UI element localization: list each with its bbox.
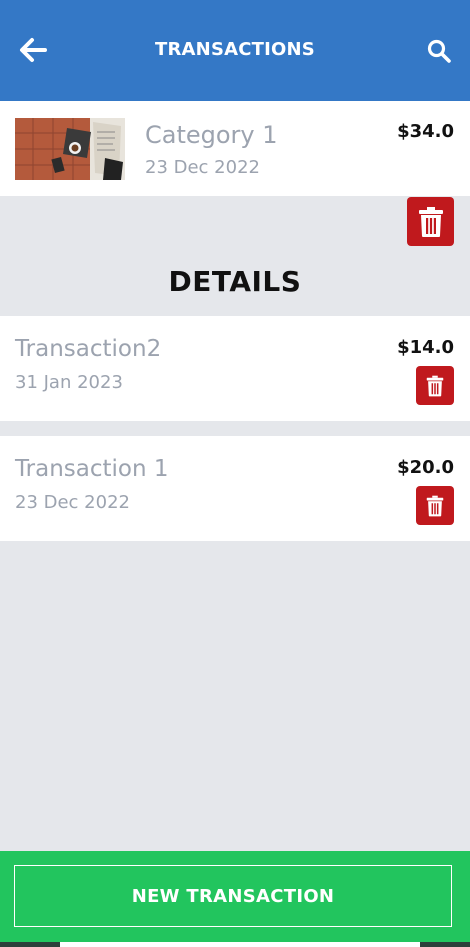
transaction-date: 23 Dec 2022 (15, 492, 130, 513)
new-transaction-button[interactable]: NEW TRANSACTION (14, 865, 452, 927)
transaction-date: 31 Jan 2023 (15, 372, 123, 393)
transaction-name: Transaction 1 (15, 456, 169, 482)
transaction-amount: $14.0 (397, 337, 454, 358)
transaction-card[interactable]: Transaction 1 23 Dec 2022 $20.0 (0, 436, 470, 541)
bottom-strip-right (420, 942, 470, 947)
delete-transaction-button[interactable] (416, 486, 454, 525)
trash-icon (426, 375, 444, 396)
search-button[interactable] (426, 38, 452, 64)
search-icon (427, 39, 451, 63)
transaction-name: Transaction2 (15, 336, 162, 362)
delete-transaction-button[interactable] (416, 366, 454, 405)
footer-bar: NEW TRANSACTION (0, 851, 470, 942)
trash-icon (418, 206, 443, 237)
app-header: TRANSACTIONS (0, 0, 470, 101)
details-heading: DETAILS (168, 265, 302, 298)
delete-category-button[interactable] (407, 197, 454, 246)
category-date: 23 Dec 2022 (145, 157, 260, 178)
category-amount: $34.0 (397, 121, 454, 142)
category-thumbnail (15, 118, 125, 180)
trash-icon (426, 495, 444, 516)
bottom-strip-left (0, 942, 60, 947)
category-name: Category 1 (145, 121, 278, 149)
category-card[interactable]: Category 1 23 Dec 2022 $34.0 (0, 101, 470, 196)
transaction-amount: $20.0 (397, 457, 454, 478)
page-title: TRANSACTIONS (155, 39, 315, 60)
transaction-card[interactable]: Transaction2 31 Jan 2023 $14.0 (0, 316, 470, 421)
bottom-strip (0, 942, 470, 947)
